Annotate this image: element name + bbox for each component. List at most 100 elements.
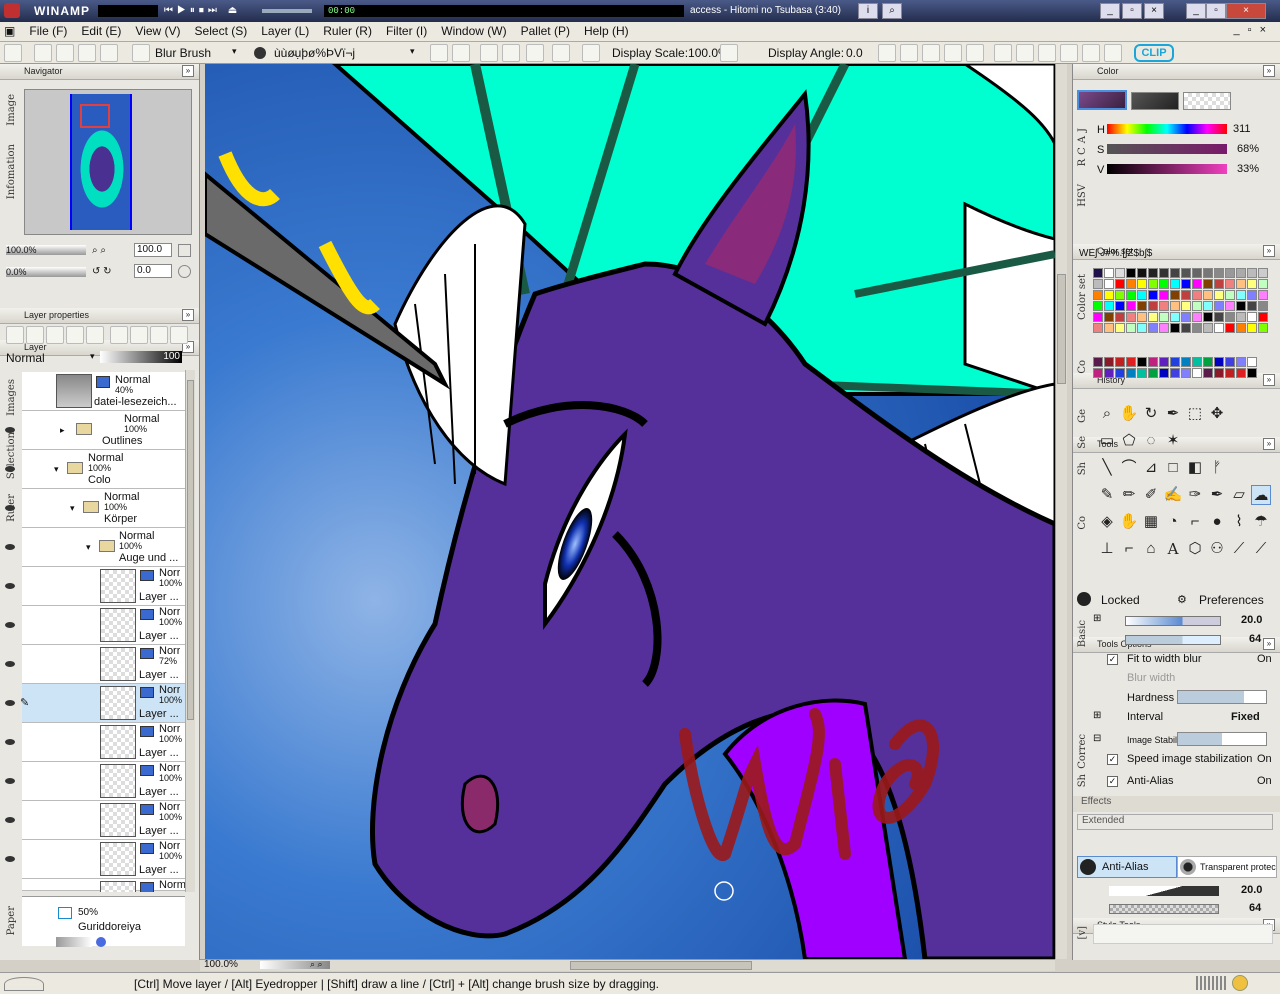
color-swatch[interactable] xyxy=(1126,312,1136,322)
layer-opacity-slider[interactable]: 100 xyxy=(100,351,182,363)
save-as-icon[interactable] xyxy=(100,44,118,62)
tools-side-tab-se[interactable]: Se xyxy=(1077,436,1088,449)
color-swatch[interactable] xyxy=(1093,323,1103,333)
winamp-logo-icon[interactable] xyxy=(4,3,20,18)
snap-icon[interactable] xyxy=(526,44,544,62)
main-color-swatch[interactable] xyxy=(1077,90,1127,110)
blur-tool-icon[interactable]: ☁ xyxy=(1251,485,1271,505)
horizontal-scroll-thumb[interactable] xyxy=(570,961,752,970)
crop-icon[interactable] xyxy=(502,44,520,62)
clip-layer-icon[interactable] xyxy=(130,326,148,344)
new-vector-layer-icon[interactable] xyxy=(26,326,44,344)
color-swatch[interactable] xyxy=(1126,268,1136,278)
tools-side-tab-ge[interactable]: Ge xyxy=(1077,409,1088,423)
history-swatch[interactable] xyxy=(1104,368,1114,378)
layer-item[interactable]: ▾ Normal 100% Körper xyxy=(5,489,185,528)
color-swatch[interactable] xyxy=(1236,290,1246,300)
navigator-collapse-button[interactable]: » xyxy=(182,65,194,77)
visibility-eye-icon[interactable] xyxy=(4,503,16,513)
pencil-tool-icon[interactable]: ✏ xyxy=(1119,485,1139,505)
color-swatch[interactable] xyxy=(1192,268,1202,278)
history-swatch[interactable] xyxy=(1170,357,1180,367)
move-tool-icon[interactable]: ✥ xyxy=(1207,404,1227,424)
navigator-reset-icon[interactable] xyxy=(178,265,191,278)
lock-layer-icon[interactable] xyxy=(150,326,168,344)
color-swatch[interactable] xyxy=(1258,301,1268,311)
color-swatch[interactable] xyxy=(1247,268,1257,278)
new-fill-layer-icon[interactable] xyxy=(46,326,64,344)
select-layer-tool-icon[interactable]: ⬚ xyxy=(1185,404,1205,424)
color-swatch[interactable] xyxy=(1225,290,1235,300)
layer-item[interactable]: Normal 40% datei-lesezeich... xyxy=(22,372,185,411)
color-swatch[interactable] xyxy=(1192,301,1202,311)
correct-line-tool-icon[interactable]: ⌐ xyxy=(1119,539,1139,559)
blur-density-slider[interactable] xyxy=(1125,635,1221,645)
color-swatch[interactable] xyxy=(1236,301,1246,311)
visibility-eye-icon[interactable] xyxy=(4,737,16,747)
fill-tool-icon[interactable]: ◈ xyxy=(1097,512,1117,532)
history-swatch[interactable] xyxy=(1137,357,1147,367)
color-swatch[interactable] xyxy=(1093,279,1103,289)
canvas-zoom-icons[interactable]: ⌕ ⌕ xyxy=(310,959,323,970)
color-swatch[interactable] xyxy=(1148,268,1158,278)
window-icon[interactable] xyxy=(994,44,1012,62)
display-angle-value[interactable]: 0.0 xyxy=(846,46,863,60)
balloon-tool-icon[interactable]: ◔ xyxy=(1163,512,1183,532)
history-swatch[interactable] xyxy=(1247,357,1257,367)
size-expand-icon[interactable]: ⊞ xyxy=(1093,613,1101,624)
visibility-eye-icon[interactable] xyxy=(4,464,16,474)
color-swatch[interactable] xyxy=(1093,290,1103,300)
color-swatch[interactable] xyxy=(1170,268,1180,278)
delete-layer-icon[interactable] xyxy=(86,326,104,344)
history-swatch[interactable] xyxy=(1192,368,1202,378)
magic-wand-tool-icon[interactable]: ✶ xyxy=(1163,431,1183,451)
tool-options-collapse-button[interactable]: » xyxy=(1263,638,1275,650)
lock-brush-icon[interactable] xyxy=(1077,592,1091,606)
color-swatch[interactable] xyxy=(1104,312,1114,322)
color-swatch[interactable] xyxy=(1181,323,1191,333)
object-tool-icon[interactable]: ⚇ xyxy=(1207,539,1227,559)
color-swatch[interactable] xyxy=(1225,323,1235,333)
navigator-zoom-slider[interactable]: 100.0% xyxy=(6,245,86,255)
color-swatch[interactable] xyxy=(1203,279,1213,289)
frame-icon[interactable] xyxy=(582,44,600,62)
winamp-restore-button[interactable]: ▫ xyxy=(1122,3,1142,19)
layer-item[interactable]: Norr 100% Layer ... xyxy=(5,801,185,840)
interval-expand-icon[interactable]: ⊞ xyxy=(1093,710,1101,721)
color-swatch[interactable] xyxy=(1181,290,1191,300)
layer-item[interactable]: ▸ Normal 100% Outlines xyxy=(5,411,185,450)
color-swatch[interactable] xyxy=(1148,301,1158,311)
save-icon[interactable] xyxy=(78,44,96,62)
stamp-tool-icon[interactable]: ⊥ xyxy=(1097,539,1117,559)
locked-label[interactable]: Locked xyxy=(1101,593,1140,607)
history-swatch[interactable] xyxy=(1181,368,1191,378)
color-swatch[interactable] xyxy=(1258,312,1268,322)
style-density-slider[interactable] xyxy=(1109,904,1219,914)
layer-mask-icon[interactable] xyxy=(110,326,128,344)
fit-blur-checkbox[interactable]: ✓ xyxy=(1107,654,1118,665)
color-swatch[interactable] xyxy=(1170,301,1180,311)
history-swatch[interactable] xyxy=(1236,357,1246,367)
sub-color-swatch[interactable] xyxy=(1131,92,1179,110)
smudge-tool-icon[interactable]: ✋ xyxy=(1119,512,1139,532)
color-swatch[interactable] xyxy=(1126,279,1136,289)
color-swatch[interactable] xyxy=(1236,323,1246,333)
color-swatch[interactable] xyxy=(1214,268,1224,278)
rotate-left-icon[interactable] xyxy=(878,44,896,62)
winamp-minimize-button[interactable]: _ xyxy=(1100,3,1120,19)
history-swatch[interactable] xyxy=(1137,368,1147,378)
color-swatch[interactable] xyxy=(1236,312,1246,322)
winamp-search-icon[interactable]: ⌕ xyxy=(882,3,902,19)
freeform-tool-icon[interactable]: ᚠ xyxy=(1207,458,1227,478)
canvas-vertical-scrollbar[interactable] xyxy=(1055,64,1067,959)
color-swatch[interactable] xyxy=(1115,268,1125,278)
vector-tool-icon[interactable]: ⟋ xyxy=(1229,539,1249,559)
color-swatch[interactable] xyxy=(1247,312,1257,322)
history-swatch[interactable] xyxy=(1126,368,1136,378)
color-swatch[interactable] xyxy=(1137,279,1147,289)
color-swatch[interactable] xyxy=(1181,301,1191,311)
extended-section[interactable]: Extended xyxy=(1077,814,1273,830)
visibility-eye-icon[interactable] xyxy=(4,854,16,864)
color-swatch[interactable] xyxy=(1258,279,1268,289)
blend-mode-select[interactable]: Normal xyxy=(6,351,90,365)
